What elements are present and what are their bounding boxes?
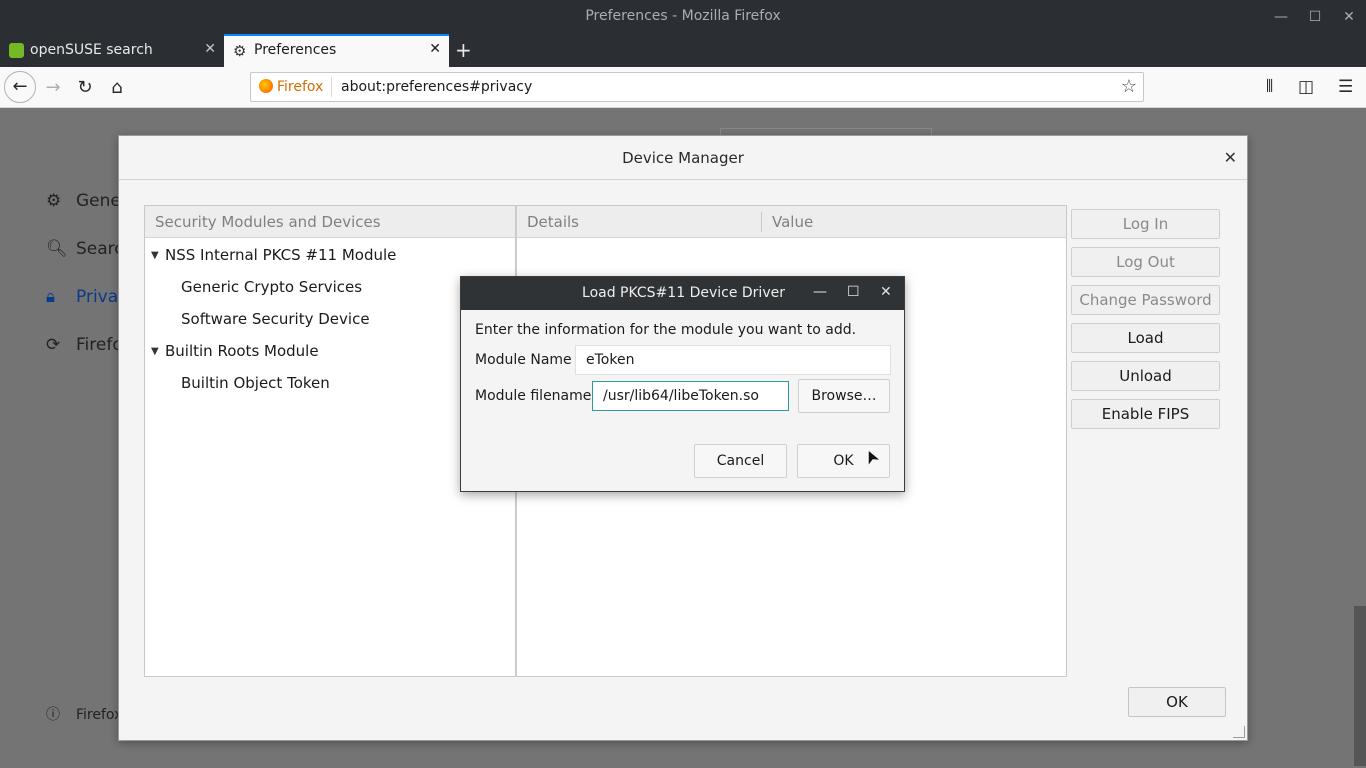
maximize-icon[interactable]: ☐ (847, 284, 860, 300)
column-divider[interactable] (761, 212, 762, 232)
tab-label: openSUSE search (30, 42, 153, 58)
device-manager-title: Device Manager (622, 149, 744, 167)
tree-row-label: Builtin Roots Module (165, 342, 319, 360)
page-scrollbar[interactable] (1354, 606, 1366, 766)
tab-opensuse-search[interactable]: openSUSE search ✕ (0, 34, 224, 67)
close-icon[interactable]: ✕ (880, 284, 892, 300)
sidebar-toggle-icon[interactable]: ◫ (1298, 77, 1314, 97)
expand-triangle-icon[interactable]: ▼ (151, 250, 163, 261)
module-name-input[interactable]: eToken (575, 345, 891, 375)
sidebar-item-firefox-account[interactable]: ⟳ Firefo (46, 335, 123, 355)
tree-row-label: NSS Internal PKCS #11 Module (165, 246, 397, 264)
tree-row-generic-crypto[interactable]: Generic Crypto Services (181, 278, 362, 296)
load-button[interactable]: Load (1071, 323, 1220, 353)
home-button[interactable]: ⌂ (102, 73, 132, 103)
sidebar-item-label: Gene (76, 191, 121, 211)
enable-fips-button[interactable]: Enable FIPS (1071, 399, 1220, 429)
load-pkcs11-dialog: Load PKCS#11 Device Driver — ☐ ✕ Enter t… (460, 276, 905, 492)
module-filename-label: Module filename (475, 388, 592, 404)
gear-icon: ⚙ (46, 191, 62, 211)
tree-column-header[interactable]: Security Modules and Devices (145, 206, 515, 238)
identity-box[interactable]: Firefox (259, 79, 323, 95)
close-icon[interactable]: ✕ (1224, 148, 1237, 167)
logout-button[interactable]: Log Out (1071, 247, 1220, 277)
column-modules[interactable]: Security Modules and Devices (155, 213, 381, 231)
sidebar-item-privacy[interactable]: 🔒︎ Privac (46, 287, 128, 307)
help-icon: ⓘ (46, 707, 60, 723)
tree-row-label: Generic Crypto Services (181, 278, 363, 296)
pkcs-dialog-title: Load PKCS#11 Device Driver (582, 285, 785, 301)
sidebar-item-search[interactable]: 🔍︎ Searc (46, 239, 124, 259)
bookmark-star-icon[interactable]: ☆ (1121, 76, 1137, 97)
gear-icon: ⚙ (233, 42, 247, 60)
minimize-icon[interactable]: — (813, 284, 827, 300)
cancel-button[interactable]: Cancel (694, 444, 787, 478)
details-column-header[interactable]: Details Value (517, 206, 1066, 238)
nav-toolbar: ← → ↻ ⌂ Firefox about:preferences#privac… (0, 67, 1366, 108)
unload-button[interactable]: Unload (1071, 361, 1220, 391)
tree-row-builtin-object-token[interactable]: Builtin Object Token (181, 374, 330, 392)
column-value[interactable]: Value (772, 213, 813, 231)
tree-row-nss-internal[interactable]: ▼ NSS Internal PKCS #11 Module (151, 246, 396, 264)
browse-button[interactable]: Browse… (798, 379, 890, 413)
firefox-logo-icon (259, 79, 273, 93)
window-titlebar: Preferences - Mozilla Firefox — ☐ ✕ (0, 0, 1366, 34)
url-bar[interactable]: Firefox about:preferences#privacy ☆ (250, 72, 1144, 102)
tab-bar: openSUSE search ✕ ⚙ Preferences ✕ + (0, 34, 1366, 67)
tab-label: Preferences (254, 42, 337, 58)
expand-triangle-icon[interactable]: ▼ (151, 346, 163, 357)
url-separator (331, 77, 332, 97)
identity-label: Firefox (277, 79, 324, 95)
tree-row-software-security[interactable]: Software Security Device (181, 310, 370, 328)
menu-hamburger-icon[interactable]: ☰ (1338, 77, 1353, 97)
login-button[interactable]: Log In (1071, 209, 1220, 239)
device-manager-header: Device Manager ✕ (119, 136, 1247, 180)
url-text[interactable]: about:preferences#privacy (341, 79, 532, 95)
back-button[interactable]: ← (4, 71, 36, 103)
sidebar-footer-support[interactable]: ⓘ Firefox (46, 704, 122, 724)
sidebar-footer-label: Firefox (76, 707, 123, 723)
tab-close-icon[interactable]: ✕ (429, 41, 441, 57)
tree-row-label: Software Security Device (181, 310, 370, 328)
tree-row-builtin-roots[interactable]: ▼ Builtin Roots Module (151, 342, 319, 360)
window-title: Preferences - Mozilla Firefox (585, 8, 781, 24)
search-icon: 🔍︎ (46, 239, 68, 259)
minimize-icon[interactable]: — (1270, 6, 1292, 28)
opensuse-favicon-icon (9, 43, 24, 58)
sync-icon: ⟳ (46, 335, 61, 355)
device-manager-ok-button[interactable]: OK (1128, 687, 1226, 717)
pkcs-dialog-titlebar: Load PKCS#11 Device Driver — ☐ ✕ (461, 277, 904, 310)
tree-row-label: Builtin Object Token (181, 374, 330, 392)
close-icon[interactable]: ✕ (1338, 6, 1360, 28)
sidebar-item-label: Searc (76, 239, 124, 259)
tab-close-icon[interactable]: ✕ (204, 41, 216, 57)
tab-preferences[interactable]: ⚙ Preferences ✕ (224, 34, 449, 67)
library-icon[interactable]: ⫴ (1266, 77, 1273, 97)
module-filename-input[interactable]: /usr/lib64/libeToken.so (592, 381, 789, 411)
pkcs-intro-text: Enter the information for the module you… (475, 322, 857, 338)
change-password-button[interactable]: Change Password (1071, 285, 1220, 315)
sidebar-item-label: Firefo (76, 335, 123, 355)
maximize-icon[interactable]: ☐ (1304, 6, 1326, 28)
module-name-label: Module Name (475, 352, 572, 368)
reload-button[interactable]: ↻ (70, 73, 100, 103)
column-details[interactable]: Details (527, 213, 579, 231)
forward-button[interactable]: → (38, 73, 68, 103)
new-tab-button[interactable]: + (455, 38, 472, 62)
lock-icon: 🔒︎ (46, 287, 56, 307)
sidebar-item-general[interactable]: ⚙ Gene (46, 191, 121, 211)
resize-grip-icon[interactable] (1233, 726, 1245, 738)
